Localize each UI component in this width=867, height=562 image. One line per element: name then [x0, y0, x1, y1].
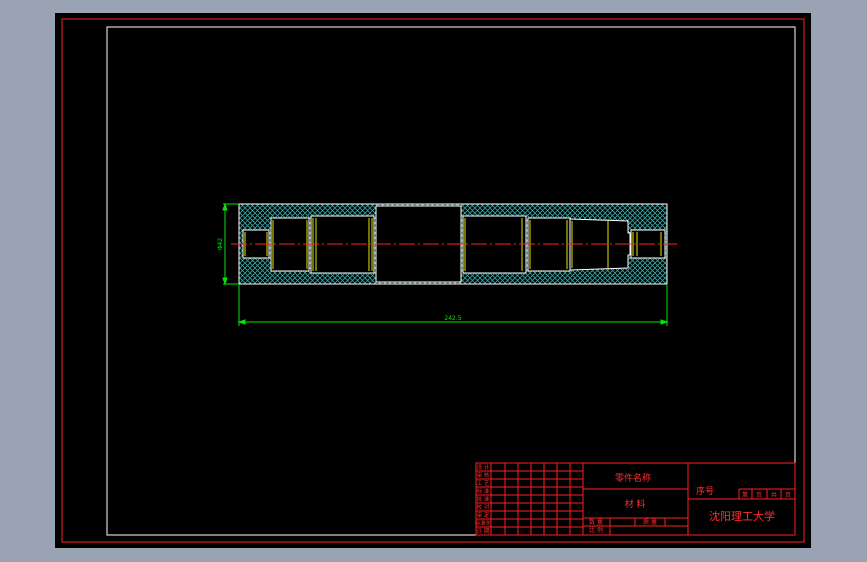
title-block-left-label: 标准化 — [475, 519, 492, 527]
title-material: 材 料 — [625, 498, 646, 510]
bottom-label-mass: 质 量 — [643, 518, 657, 526]
cad-viewer: Φ42 242.5 零件名称 材 料 序号 沈阳理工大学 第 页 共 页 数 量… — [0, 0, 867, 562]
drawing-canvas[interactable]: Φ42 242.5 零件名称 材 料 序号 沈阳理工大学 第 页 共 页 数 量… — [55, 13, 811, 548]
bottom-label-quantity: 数 量 — [589, 518, 603, 526]
sheet-col-3: 共 — [771, 491, 777, 499]
bottom-label-scale: 比 例 — [589, 526, 603, 534]
title-block-left-label: 工 艺 — [477, 480, 490, 487]
drawing-sheet: Φ42 242.5 零件名称 材 料 序号 沈阳理工大学 第 页 共 页 数 量… — [61, 18, 805, 543]
title-block-left-label: 校 对 — [477, 503, 490, 511]
title-block-left-label: 日 期 — [477, 528, 490, 535]
title-block-left-label: 设 计 — [477, 463, 490, 471]
sheet-col-1: 第 — [742, 491, 748, 499]
sheet-col-2: 页 — [756, 492, 762, 499]
sheet-col-4: 页 — [785, 492, 791, 499]
title-block-left-label: 批 准 — [477, 495, 490, 503]
title-part-name: 零件名称 — [615, 472, 651, 484]
title-block-left-label: 标 准 — [477, 487, 490, 495]
dimension-length-label: 242.5 — [444, 315, 461, 322]
title-block-left-label: 审 定 — [477, 511, 490, 519]
title-block-left-label: 审 核 — [477, 471, 490, 479]
title-seq-no: 序号 — [696, 485, 714, 497]
title-school: 沈阳理工大学 — [709, 509, 775, 523]
dimension-diameter-label: Φ42 — [217, 238, 224, 251]
title-block-left-labels: 设 计审 核工 艺标 准批 准校 对审 定标准化日 期 — [475, 463, 492, 535]
